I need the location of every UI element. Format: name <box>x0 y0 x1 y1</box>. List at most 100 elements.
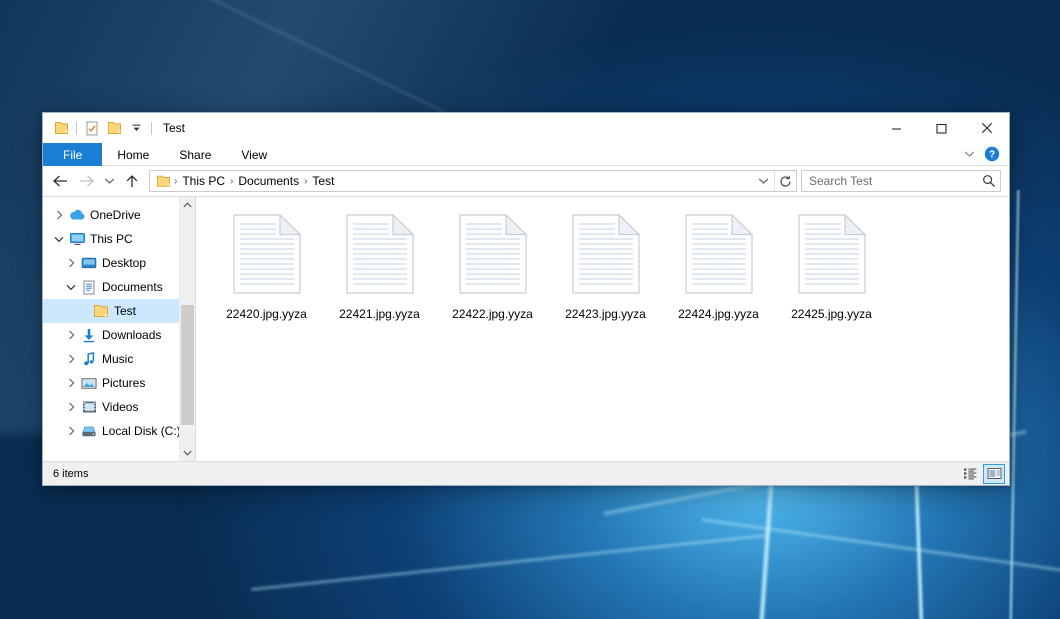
large-icons-view-button[interactable] <box>983 464 1005 484</box>
customize-qat-dropdown-icon[interactable] <box>125 117 147 139</box>
sidebar-item-label: Desktop <box>99 256 146 270</box>
breadcrumb-item-this-pc[interactable]: This PC <box>178 174 229 188</box>
generic-document-icon <box>230 211 304 300</box>
sidebar-item-this-pc[interactable]: This PC <box>43 227 195 251</box>
search-icon[interactable] <box>982 174 996 188</box>
breadcrumb-item-test[interactable]: Test <box>308 174 338 188</box>
explorer-body: OneDrive This PC <box>43 196 1009 461</box>
expand-ribbon-chevron-down-icon[interactable] <box>959 145 979 163</box>
address-toolbar: › This PC › Documents › Test Search Test <box>43 166 1009 196</box>
window-controls <box>874 113 1009 143</box>
chevron-right-icon[interactable] <box>63 354 79 364</box>
file-name-label: 22423.jpg.yyza <box>565 307 646 321</box>
maximize-button[interactable] <box>919 113 964 143</box>
file-item[interactable]: 22425.jpg.yyza <box>775 207 888 325</box>
file-name-label: 22420.jpg.yyza <box>226 307 307 321</box>
breadcrumb-item-documents[interactable]: Documents <box>234 174 303 188</box>
status-bar: 6 items <box>43 461 1009 485</box>
sidebar-item-onedrive[interactable]: OneDrive <box>43 203 195 227</box>
sidebar-item-downloads[interactable]: Downloads <box>43 323 195 347</box>
generic-document-icon <box>456 211 530 300</box>
forward-button[interactable] <box>73 169 99 193</box>
address-bar[interactable]: › This PC › Documents › Test <box>149 170 797 192</box>
chevron-right-icon[interactable] <box>63 402 79 412</box>
drive-icon <box>79 425 99 438</box>
chevron-right-icon[interactable] <box>63 258 79 268</box>
sidebar-item-label: Music <box>99 352 133 366</box>
recent-locations-chevron-down-icon[interactable] <box>99 169 119 193</box>
quick-access-toolbar <box>50 117 156 139</box>
file-item[interactable]: 22422.jpg.yyza <box>436 207 549 325</box>
sidebar-item-pictures[interactable]: Pictures <box>43 371 195 395</box>
tab-view[interactable]: View <box>226 143 282 166</box>
details-view-button[interactable] <box>959 464 981 484</box>
up-button[interactable] <box>119 169 145 193</box>
cloud-icon <box>67 209 87 221</box>
file-item[interactable]: 22421.jpg.yyza <box>323 207 436 325</box>
title-bar: Test <box>43 113 1009 143</box>
file-name-label: 22425.jpg.yyza <box>791 307 872 321</box>
chevron-down-icon[interactable] <box>51 236 67 243</box>
chevron-right-icon[interactable] <box>51 210 67 220</box>
close-button[interactable] <box>964 113 1009 143</box>
videos-icon <box>79 400 99 414</box>
tab-share[interactable]: Share <box>164 143 226 166</box>
sidebar-item-documents[interactable]: Documents <box>43 275 195 299</box>
scroll-down-arrow-icon[interactable] <box>180 445 195 461</box>
file-name-label: 22424.jpg.yyza <box>678 307 759 321</box>
sidebar-item-test[interactable]: Test <box>43 299 195 323</box>
scroll-up-arrow-icon[interactable] <box>180 197 195 213</box>
file-item[interactable]: 22420.jpg.yyza <box>210 207 323 325</box>
address-folder-icon <box>154 175 173 188</box>
help-icon[interactable]: ? <box>983 145 1001 163</box>
ribbon-right-controls: ? <box>959 143 1009 165</box>
file-list[interactable]: 22420.jpg.yyza 22421.jpg.yyza <box>196 197 1009 461</box>
address-bar-tools <box>752 171 796 191</box>
sidebar-item-label: This PC <box>87 232 133 246</box>
view-mode-buttons <box>959 464 1005 484</box>
address-dropdown-chevron-down-icon[interactable] <box>752 171 774 191</box>
scrollbar-thumb[interactable] <box>181 305 194 425</box>
sidebar-item-desktop[interactable]: Desktop <box>43 251 195 275</box>
generic-document-icon <box>795 211 869 300</box>
sidebar-item-label: Test <box>111 304 136 318</box>
pictures-icon <box>79 377 99 390</box>
sidebar-item-label: Videos <box>99 400 138 414</box>
tab-file[interactable]: File <box>43 143 102 166</box>
back-button[interactable] <box>47 169 73 193</box>
search-input[interactable]: Search Test <box>809 174 982 188</box>
sidebar-item-music[interactable]: Music <box>43 347 195 371</box>
music-icon <box>79 352 99 367</box>
tab-home[interactable]: Home <box>102 143 164 166</box>
svg-text:?: ? <box>989 150 995 161</box>
ribbon-tabs: File Home Share View ? <box>43 143 1009 166</box>
properties-icon[interactable] <box>81 117 103 139</box>
chevron-down-icon[interactable] <box>63 284 79 291</box>
search-box[interactable]: Search Test <box>801 170 1001 192</box>
sidebar-item-label: Pictures <box>99 376 145 390</box>
item-count-label: 6 items <box>53 468 88 480</box>
folder-icon <box>91 304 111 318</box>
minimize-button[interactable] <box>874 113 919 143</box>
sidebar-item-videos[interactable]: Videos <box>43 395 195 419</box>
folder-icon[interactable] <box>50 117 72 139</box>
refresh-icon[interactable] <box>774 171 796 191</box>
chevron-right-icon[interactable] <box>63 330 79 340</box>
file-explorer-window: Test File Home Share View ? <box>42 112 1010 486</box>
file-name-label: 22421.jpg.yyza <box>339 307 420 321</box>
navigation-pane-scrollbar[interactable] <box>179 197 195 461</box>
download-icon <box>79 328 99 343</box>
file-item[interactable]: 22424.jpg.yyza <box>662 207 775 325</box>
documents-icon <box>79 280 99 295</box>
generic-document-icon <box>682 211 756 300</box>
chevron-right-icon[interactable] <box>63 426 79 436</box>
sidebar-item-label: OneDrive <box>87 208 141 222</box>
sidebar-item-local-disk-c[interactable]: Local Disk (C:) <box>43 419 195 443</box>
chevron-right-icon[interactable] <box>63 378 79 388</box>
sidebar-item-label: Documents <box>99 280 163 294</box>
sidebar-item-label: Downloads <box>99 328 161 342</box>
navigation-pane: OneDrive This PC <box>43 197 195 461</box>
file-item[interactable]: 22423.jpg.yyza <box>549 207 662 325</box>
new-folder-icon[interactable] <box>103 117 125 139</box>
qat-separator-1 <box>76 122 77 135</box>
